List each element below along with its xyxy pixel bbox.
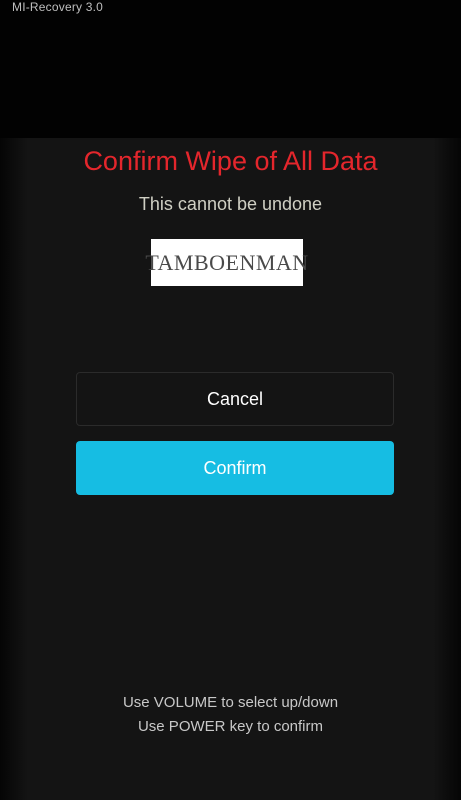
cancel-button-label: Cancel <box>206 388 264 409</box>
cancel-button[interactable]: Cancel <box>76 372 394 426</box>
recovery-screen: MI-Recovery 3.0 Confirm Wipe of All Data… <box>0 0 461 800</box>
hint-power: Use POWER key to confirm <box>137 718 324 735</box>
watermark-text: TAMBOENMAN <box>145 249 309 275</box>
hint-volume: Use VOLUME to select up/down <box>122 694 339 711</box>
status-area: MI-Recovery 3.0 <box>0 0 461 138</box>
app-title: MI-Recovery 3.0 <box>12 0 104 14</box>
confirm-button-label: Confirm <box>203 457 267 478</box>
watermark-label: TAMBOENMAN <box>145 239 308 286</box>
dialog-title: Confirm Wipe of All Data <box>83 146 378 176</box>
dialog-subtitle: This cannot be undone <box>138 194 323 214</box>
confirm-button[interactable]: Confirm <box>76 441 394 495</box>
